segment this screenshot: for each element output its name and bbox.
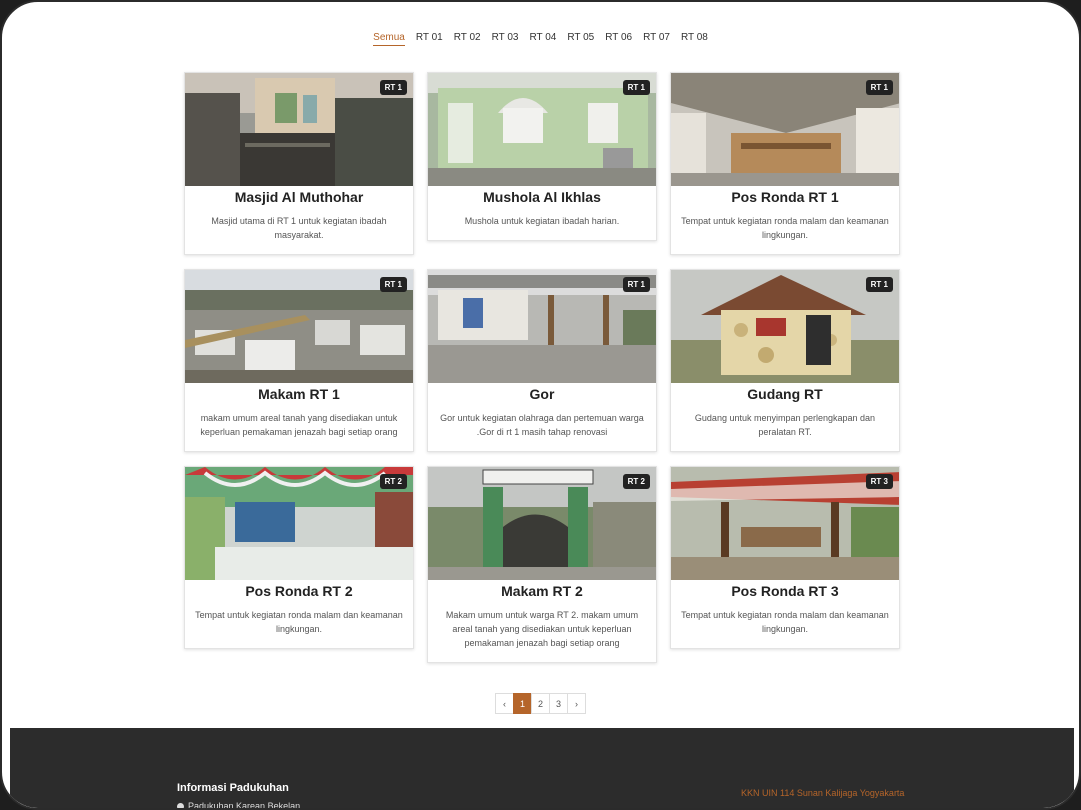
facility-description: Masjid utama di RT 1 untuk kegiatan ibad…: [211, 216, 387, 240]
facility-grid: RT 1 Masjid Al Muthohar Masjid utama di …: [184, 72, 902, 663]
facility-photo: RT 1: [428, 73, 656, 186]
pagination-prev[interactable]: ‹: [495, 693, 514, 714]
footer-address: Padukuhan Karean Bekelan: [175, 801, 301, 810]
facility-card[interactable]: RT 1 Masjid Al Muthohar Masjid utama di …: [184, 72, 414, 255]
facility-card[interactable]: RT 1 Makam RT 1 makam umum areal tanah y…: [184, 269, 414, 452]
facility-photo: RT 1: [671, 73, 899, 186]
facility-photo: RT 1: [671, 270, 899, 383]
pagination-page-3[interactable]: 3: [549, 693, 568, 714]
rt-badge: RT 2: [622, 474, 650, 489]
pagination-page-2[interactable]: 2: [531, 693, 550, 714]
facility-description: Tempat untuk kegiatan ronda malam dan ke…: [195, 610, 403, 634]
facility-title: Makam RT 1: [258, 386, 340, 402]
rt-badge: RT 1: [379, 277, 407, 292]
facility-title: Gor: [529, 386, 555, 402]
facility-description: Tempat untuk kegiatan ronda malam dan ke…: [681, 216, 889, 240]
facility-card[interactable]: RT 1 Mushola Al Ikhlas Mushola untuk keg…: [427, 72, 657, 241]
rt-filter-bar: Semua RT 01 RT 02 RT 03 RT 04 RT 05 RT 0…: [2, 32, 1079, 46]
facility-description: Gor untuk kegiatan olahraga dan pertemua…: [440, 413, 644, 437]
facility-card[interactable]: RT 3 Pos Ronda RT 3 Tempat untuk kegiata…: [670, 466, 900, 649]
facility-photo: RT 1: [185, 73, 413, 186]
page-frame: Semua RT 01 RT 02 RT 03 RT 04 RT 05 RT 0…: [0, 0, 1081, 810]
facility-card[interactable]: RT 1 Pos Ronda RT 1 Tempat untuk kegiata…: [670, 72, 900, 255]
filter-rt-01[interactable]: RT 01: [416, 32, 443, 46]
facility-title: Pos Ronda RT 3: [731, 583, 839, 599]
facility-description: Tempat untuk kegiatan ronda malam dan ke…: [681, 610, 889, 634]
rt-badge: RT 1: [379, 80, 407, 95]
facility-photo: RT 2: [428, 467, 656, 580]
facility-title: Makam RT 2: [501, 583, 583, 599]
footer-title: Informasi Padukuhan: [177, 782, 289, 794]
filter-rt-05[interactable]: RT 05: [567, 32, 594, 46]
filter-rt-07[interactable]: RT 07: [643, 32, 670, 46]
location-pin-icon: [175, 801, 186, 808]
facility-description: Makam umum untuk warga RT 2. makam umum …: [445, 610, 639, 648]
rt-badge: RT 3: [865, 474, 893, 489]
facility-title: Masjid Al Muthohar: [234, 189, 364, 205]
facility-card[interactable]: RT 1 Gor Gor untuk kegiatan olahraga dan…: [427, 269, 657, 452]
pagination-page-1[interactable]: 1: [513, 693, 532, 714]
filter-semua[interactable]: Semua: [373, 32, 405, 46]
facility-photo: RT 1: [428, 270, 656, 383]
pagination: ‹ 1 2 3 ›: [495, 693, 586, 714]
footer-credit[interactable]: KKN UIN 114 Sunan Kalijaga Yogyakarta: [741, 788, 904, 798]
pagination-next[interactable]: ›: [567, 693, 586, 714]
facility-description: makam umum areal tanah yang disediakan u…: [200, 413, 398, 437]
filter-rt-08[interactable]: RT 08: [681, 32, 708, 46]
facility-title: Mushola Al Ikhlas: [483, 189, 601, 205]
rt-badge: RT 1: [622, 80, 650, 95]
facility-card[interactable]: RT 1 Gudang RT Gudang untuk menyimpan pe…: [670, 269, 900, 452]
footer-address-text: Padukuhan Karean Bekelan: [188, 801, 301, 810]
site-footer: Informasi Padukuhan Padukuhan Karean Bek…: [10, 728, 1074, 810]
facility-title: Pos Ronda RT 1: [731, 189, 839, 205]
rt-badge: RT 2: [379, 474, 407, 489]
facility-photo: RT 2: [185, 467, 413, 580]
facility-photo: RT 3: [671, 467, 899, 580]
facility-description: Mushola untuk kegiatan ibadah harian.: [464, 216, 620, 226]
filter-rt-04[interactable]: RT 04: [529, 32, 556, 46]
facility-card[interactable]: RT 2 Pos Ronda RT 2 Tempat untuk kegiata…: [184, 466, 414, 649]
facility-photo: RT 1: [185, 270, 413, 383]
facility-title: Pos Ronda RT 2: [245, 583, 353, 599]
filter-rt-06[interactable]: RT 06: [605, 32, 632, 46]
facility-card[interactable]: RT 2 Makam RT 2 Makam umum untuk warga R…: [427, 466, 657, 663]
rt-badge: RT 1: [865, 80, 893, 95]
facility-title: Gudang RT: [747, 386, 823, 402]
rt-badge: RT 1: [622, 277, 650, 292]
filter-rt-03[interactable]: RT 03: [492, 32, 519, 46]
filter-rt-02[interactable]: RT 02: [454, 32, 481, 46]
rt-badge: RT 1: [865, 277, 893, 292]
facility-description: Gudang untuk menyimpan perlengkapan dan …: [694, 413, 876, 437]
